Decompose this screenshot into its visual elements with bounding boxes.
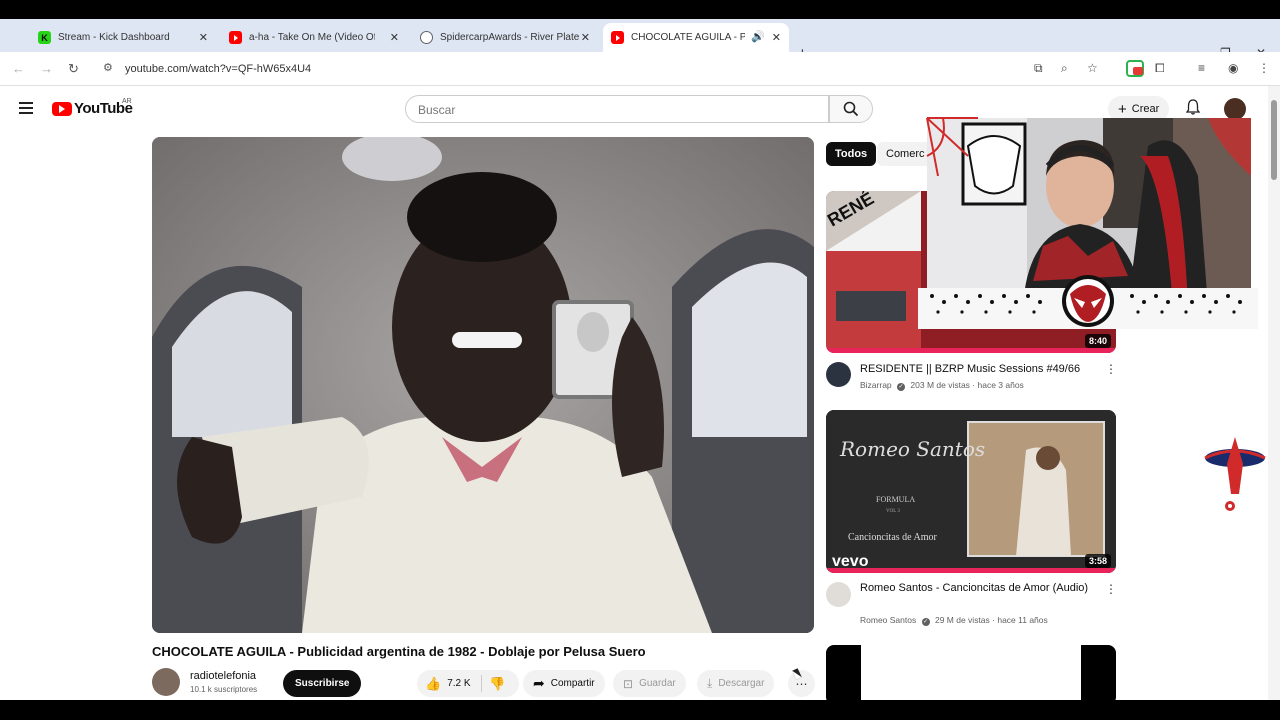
bottom-black-bar [0,700,1280,720]
rec-thumbnail-third[interactable] [826,645,1116,700]
close-tab-icon[interactable]: ✕ [581,31,590,44]
media-controls-icon[interactable]: ≡ [1198,61,1205,75]
duration-badge: 3:58 [1084,554,1111,568]
romeo-santos-thumb-image: Romeo Santos FORMULA VOL 3 Cancioncitas … [826,410,1116,573]
search-icon [843,101,859,117]
thumbs-up-icon: 👍 [425,675,442,691]
channel-avatar[interactable] [152,668,180,696]
install-app-icon[interactable]: ⧉ [1034,61,1043,76]
tab-title: SpidercarpAwards - River Plate [440,32,580,43]
video-title: CHOCOLATE AGUILA - Publicidad argentina … [152,644,646,659]
share-button[interactable]: ➦ Compartir [523,670,605,697]
close-tab-icon[interactable]: ✕ [772,31,781,44]
plus-icon: + [1118,100,1127,118]
scrollbar-thumb[interactable] [1271,100,1277,180]
reload-icon[interactable]: ↻ [68,61,79,77]
url-text[interactable]: youtube.com/watch?v=QF-hW65x4U4 [125,63,311,75]
tab-spidercarp-awards[interactable]: SpidercarpAwards - River Plate ✕ [412,23,598,52]
subscribe-button[interactable]: Suscribirse [283,670,362,697]
rec-channel-meta: Bizarrap ✓ 203 M de vistas · hace 3 años [860,380,1024,391]
thumb-song-text: Cancioncitas de Amor [848,532,938,543]
close-tab-icon[interactable]: ✕ [390,31,399,44]
save-label: Guardar [639,678,676,689]
rec-channel-meta: Romeo Santos ✓ 29 M de vistas · hace 11 … [860,615,1048,626]
vevo-logo-text: vevo [832,553,869,570]
tab-kick-dashboard[interactable]: K Stream - Kick Dashboard ✕ [30,23,216,52]
download-label: Descargar [718,678,765,689]
kick-favicon-icon: K [38,31,51,44]
rec-title[interactable]: Romeo Santos - Cancioncitas de Amor (Aud… [860,581,1100,596]
tab-title: a-ha - Take On Me (Video Ofic [249,32,375,43]
menu-dots-icon[interactable]: ⋮ [1258,61,1270,75]
zoom-icon[interactable]: ⌕ [1061,61,1068,76]
rec-thumbnail-romeo-santos[interactable]: Romeo Santos FORMULA VOL 3 Cancioncitas … [826,410,1116,573]
tab-chocolate-aguila[interactable]: CHOCOLATE AGUILA - Publ 🔊 ✕ [603,23,789,52]
bookmark-star-icon[interactable]: ☆ [1087,61,1098,75]
thumbs-down-icon[interactable]: 👎 [489,676,505,692]
search-button[interactable] [829,95,873,123]
download-button[interactable]: ⤓ Descargar [697,670,775,697]
subscriber-count: 10.1 k suscriptores [190,685,258,694]
bizarrap-avatar[interactable] [826,362,851,387]
rec-more-icon[interactable]: ⋮ [1105,582,1117,596]
rec-views-age: 29 M de vistas · hace 11 años [934,615,1048,625]
tab-strip: ⌄ K Stream - Kick Dashboard ✕ a-ha - Tak… [0,19,1280,62]
like-button[interactable]: 👍 7.2 K [417,670,481,697]
rec-views-age: 203 M de vistas · hace 3 años [910,380,1024,390]
verified-icon: ✓ [921,618,930,626]
forward-icon[interactable]: → [40,61,53,76]
rec-title[interactable]: RESIDENTE || BZRP Music Sessions #49/66 [860,362,1100,377]
create-label: Crear [1131,103,1160,115]
speaker-icon[interactable]: 🔊 [751,30,765,43]
rec-channel[interactable]: Bizarrap [860,380,892,390]
tab-title: Stream - Kick Dashboard [58,32,170,43]
extension-green-icon[interactable] [1126,60,1144,77]
save-button[interactable]: ⊡ Guardar [613,670,686,697]
romeo-santos-avatar[interactable] [826,582,851,607]
youtube-logo[interactable]: YouTube [52,100,133,117]
share-arrow-icon: ➦ [533,675,545,691]
page-scrollbar[interactable] [1268,86,1280,700]
share-label: Compartir [550,678,595,689]
close-tab-icon[interactable]: ✕ [199,31,208,44]
thumb-artist-text: Romeo Santos [839,437,985,461]
channel-name[interactable]: radiotelefonia [190,670,256,682]
bookmark-icon: ⊡ [623,676,634,691]
download-icon: ⤓ [707,676,713,690]
verified-icon: ✓ [897,383,906,391]
site-info-icon[interactable]: ⚙ [103,61,113,74]
extensions-puzzle-icon[interactable]: ⧠ [1155,61,1165,76]
webcam-feed [918,117,1258,329]
video-frame [152,137,814,633]
tab-title: CHOCOLATE AGUILA - Publ [631,32,745,43]
rec-more-icon[interactable]: ⋮ [1105,362,1117,376]
duration-badge: 8:40 [1084,334,1111,348]
like-dislike-group: 👍 7.2 K 👎 [417,670,519,697]
chip-todos[interactable]: Todos [826,142,877,166]
thumb-vol-text: VOL 3 [886,509,900,514]
search-input[interactable]: Buscar [405,95,829,123]
video-player[interactable] [152,137,814,633]
globe-favicon-icon [420,31,433,44]
youtube-favicon-icon [611,31,624,44]
menu-icon[interactable] [19,102,33,117]
tab-a-ha[interactable]: a-ha - Take On Me (Video Ofic ✕ [221,23,407,52]
streamer-webcam-overlay [918,116,1258,329]
region-code: AR [122,98,132,105]
top-black-bar [0,0,1280,19]
like-count: 7.2 K [447,678,471,689]
thumb-album-text: FORMULA [876,495,915,504]
profile-icon[interactable]: ◉ [1228,61,1238,75]
notifications-bell-icon[interactable] [1186,99,1200,115]
address-toolbar: ← → ↻ ⚙ youtube.com/watch?v=QF-hW65x4U4 … [0,52,1280,86]
more-actions-button[interactable]: ⋯ [788,670,815,697]
back-icon[interactable]: ← [12,61,25,76]
spider-mascot-logo [1204,437,1266,511]
rec-channel[interactable]: Romeo Santos [860,615,916,625]
divider [481,675,482,692]
youtube-play-icon [52,101,72,116]
youtube-favicon-icon [229,31,242,44]
